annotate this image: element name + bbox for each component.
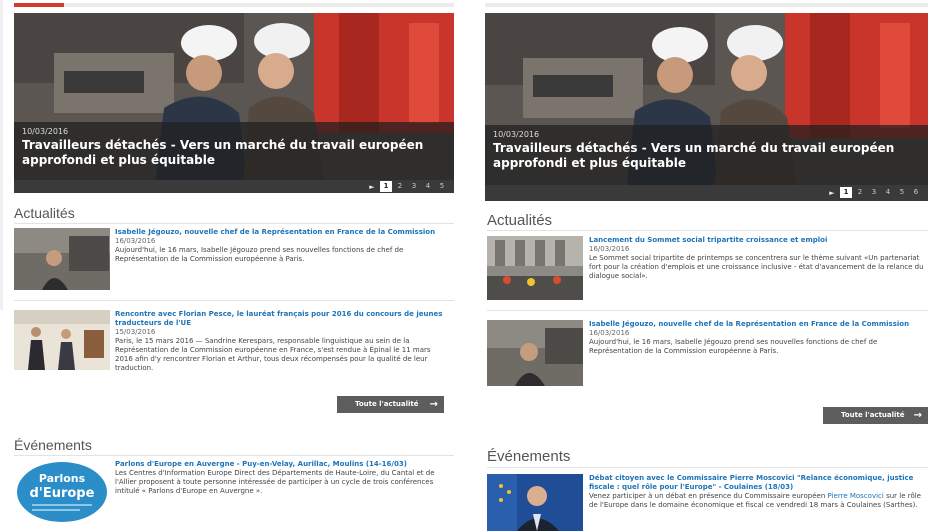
news-summary: Paris, le 15 mars 2016 — Sandrine Keresp… xyxy=(115,337,431,372)
news-title-link[interactable]: Isabelle Jégouzo, nouvelle chef de la Re… xyxy=(589,320,928,329)
hero-title[interactable]: Travailleurs détachés - Vers un marché d… xyxy=(22,138,446,168)
arrow-right-icon: → xyxy=(913,410,922,421)
divider xyxy=(14,223,454,224)
hero-date: 10/03/2016 xyxy=(493,130,540,139)
event-image xyxy=(487,474,583,531)
event-summary: Venez participer à un débat en présence … xyxy=(589,492,928,510)
slider-page-5[interactable]: 5 xyxy=(896,187,908,198)
news-thumbnail[interactable] xyxy=(487,236,583,300)
slider-page-4[interactable]: 4 xyxy=(422,181,434,192)
slider-page-3[interactable]: 3 xyxy=(868,187,880,198)
slider-page-2[interactable]: 2 xyxy=(854,187,866,198)
all-news-label: Toute l'actualité xyxy=(841,411,905,419)
news-image xyxy=(487,320,583,386)
event-logo-image: Parlons d'Europe xyxy=(14,460,110,528)
hero-slider[interactable]: 10/03/2016 Travailleurs détachés - Vers … xyxy=(14,13,454,193)
commissioner-link[interactable]: Pierre Moscovici xyxy=(828,492,884,500)
event-summary: Les Centres d'Information Europe Direct … xyxy=(115,469,435,495)
all-news-label: Toute l'actualité xyxy=(355,400,419,408)
slider-page-1[interactable]: 1 xyxy=(380,181,392,192)
news-summary: Le Sommet social tripartite de printemps… xyxy=(589,254,924,280)
play-icon[interactable]: ► xyxy=(366,183,378,191)
news-title-link[interactable]: Lancement du Sommet social tripartite cr… xyxy=(589,236,928,245)
slider-pager: ► 1 2 3 4 5 xyxy=(14,180,454,193)
hero-caption[interactable]: 10/03/2016 Travailleurs détachés - Vers … xyxy=(485,125,928,185)
event-logo-line1: Parlons xyxy=(39,472,86,485)
slider-page-4[interactable]: 4 xyxy=(882,187,894,198)
divider xyxy=(14,300,454,301)
news-title-link[interactable]: Rencontre avec Florian Pesce, le lauréat… xyxy=(115,310,450,328)
event-thumbnail[interactable]: Parlons d'Europe xyxy=(14,460,110,528)
news-thumbnail[interactable] xyxy=(487,320,583,386)
divider xyxy=(487,467,928,468)
news-date: 16/03/2016 xyxy=(589,329,630,337)
news-image xyxy=(14,228,110,290)
hero-title[interactable]: Travailleurs détachés - Vers un marché d… xyxy=(493,141,920,171)
news-date: 15/03/2016 xyxy=(115,328,156,336)
divider xyxy=(487,310,928,311)
active-tab-indicator xyxy=(14,3,64,7)
hero-slider[interactable]: 10/03/2016 Travailleurs détachés - Vers … xyxy=(485,13,928,201)
events-heading: Événements xyxy=(487,448,571,465)
event-summary-start: Venez participer à un débat en présence … xyxy=(589,492,828,500)
event-thumbnail[interactable] xyxy=(487,474,583,531)
all-news-button[interactable]: Toute l'actualité → xyxy=(823,407,928,424)
news-summary: Aujourd'hui, le 16 mars, Isabelle Jégouz… xyxy=(589,338,878,355)
event-item: Débat citoyen avec le Commissaire Pierre… xyxy=(589,474,928,510)
news-item: Isabelle Jégouzo, nouvelle chef de la Re… xyxy=(115,228,450,264)
hero-caption[interactable]: 10/03/2016 Travailleurs détachés - Vers … xyxy=(14,122,454,180)
divider xyxy=(487,230,928,231)
news-date: 16/03/2016 xyxy=(589,245,630,253)
top-nav-bar xyxy=(485,3,928,7)
news-heading: Actualités xyxy=(487,212,553,229)
news-date: 16/03/2016 xyxy=(115,237,156,245)
slider-page-1[interactable]: 1 xyxy=(840,187,852,198)
events-heading: Événements xyxy=(14,437,92,453)
all-news-button[interactable]: Toute l'actualité → xyxy=(337,396,444,413)
divider xyxy=(14,455,454,456)
event-title-link[interactable]: Parlons d'Europe en Auvergne - Puy-en-Ve… xyxy=(115,460,450,469)
event-logo-line2: d'Europe xyxy=(30,486,95,501)
scrollbar-track xyxy=(0,0,3,310)
slider-page-5[interactable]: 5 xyxy=(436,181,448,192)
news-thumbnail[interactable] xyxy=(14,310,110,370)
news-item: Rencontre avec Florian Pesce, le lauréat… xyxy=(115,310,450,373)
news-item: Isabelle Jégouzo, nouvelle chef de la Re… xyxy=(589,320,928,356)
news-thumbnail[interactable] xyxy=(14,228,110,290)
news-image xyxy=(14,310,110,370)
arrow-right-icon: → xyxy=(429,399,438,410)
hero-date: 10/03/2016 xyxy=(22,127,69,136)
event-title-link[interactable]: Débat citoyen avec le Commissaire Pierre… xyxy=(589,474,928,492)
news-image xyxy=(487,236,583,300)
top-nav-bar xyxy=(14,3,454,7)
news-title-link[interactable]: Isabelle Jégouzo, nouvelle chef de la Re… xyxy=(115,228,450,237)
slider-page-6[interactable]: 6 xyxy=(910,187,922,198)
event-item: Parlons d'Europe en Auvergne - Puy-en-Ve… xyxy=(115,460,450,496)
news-item: Lancement du Sommet social tripartite cr… xyxy=(589,236,928,281)
slider-pager: ► 1 2 3 4 5 6 xyxy=(485,185,928,201)
news-summary: Aujourd'hui, le 16 mars, Isabelle Jégouz… xyxy=(115,246,404,263)
slider-page-3[interactable]: 3 xyxy=(408,181,420,192)
play-icon[interactable]: ► xyxy=(826,189,838,197)
slider-page-2[interactable]: 2 xyxy=(394,181,406,192)
news-heading: Actualités xyxy=(14,205,75,221)
